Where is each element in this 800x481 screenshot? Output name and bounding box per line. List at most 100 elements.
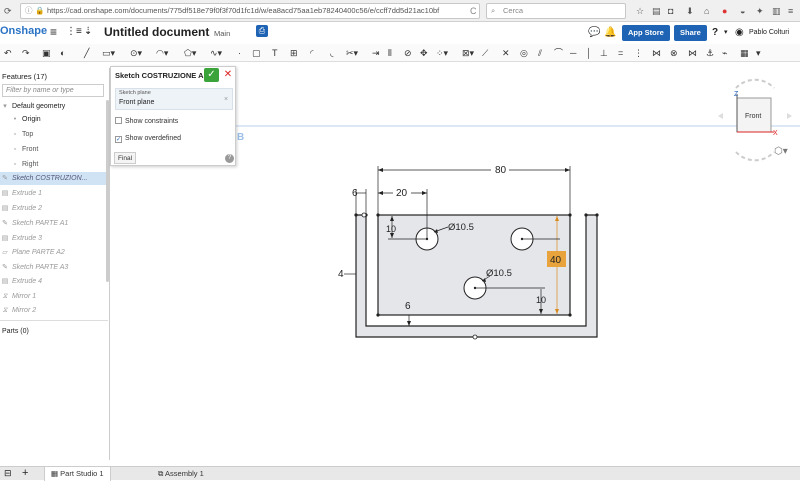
user-name[interactable]: Pablo Colturi (749, 29, 789, 36)
extend-icon[interactable]: ⇥ (372, 46, 380, 60)
feature-item-extrude-4[interactable]: ▤ Extrude 4 (0, 275, 106, 288)
curvature-icon[interactable]: ⌁ (722, 46, 727, 60)
show-overdefined-checkbox[interactable]: ✓ Show overdefined (115, 135, 181, 143)
show-constraints-checkbox[interactable]: Show constraints (115, 117, 178, 125)
reload-icon[interactable]: ⟳ (4, 4, 12, 18)
view-options-icon[interactable]: ⬡▾ (774, 146, 788, 157)
user-avatar-icon[interactable]: ◉ (735, 27, 744, 38)
normal-icon[interactable]: ⋈ (652, 46, 661, 60)
mirror-icon[interactable]: ⫴ (388, 46, 392, 60)
final-button[interactable]: Final (114, 152, 137, 164)
menu-icon[interactable]: ≡ (788, 4, 793, 18)
home-icon[interactable]: ⌂ (704, 4, 709, 18)
use-icon[interactable]: ⊠▾ (462, 46, 474, 60)
construction-icon[interactable]: ▢ (252, 46, 261, 60)
feature-item-default-geometry[interactable]: ▾ Default geometry (0, 100, 106, 113)
feature-item-sketch-parte-a1[interactable]: ✎ Sketch PARTE A1 (0, 217, 106, 230)
midpoint-marker[interactable] (472, 334, 478, 340)
sidebar-icon[interactable]: ▥ (772, 4, 781, 18)
dimension-80[interactable]: 80 (495, 165, 507, 176)
perpendicular-icon[interactable]: ⊥ (600, 46, 608, 60)
symmetric-icon[interactable]: ⋈ (688, 46, 697, 60)
clear-plane-icon[interactable]: × (224, 96, 228, 103)
insert-icon[interactable]: ⇣ (84, 26, 92, 37)
document-title[interactable]: Untitled document (104, 25, 209, 39)
line-tool-icon[interactable]: ╱ (84, 46, 89, 60)
construction-toggle-icon[interactable]: ▦ (740, 46, 749, 60)
tab-assembly-1[interactable]: ⧉ Assembly 1 (152, 467, 210, 481)
point-tool-icon[interactable]: · (238, 46, 241, 60)
dimension-10-left[interactable]: 10 (386, 224, 396, 234)
download-icon[interactable]: ⬇ (686, 4, 694, 18)
feature-item-sketch-costruzione[interactable]: ✎ Sketch COSTRUZION... (0, 172, 106, 185)
url-bar[interactable]: ⓘ 🔒 https://cad.onshape.com/documents/77… (20, 3, 480, 19)
sketch-fillet-icon[interactable]: ◜ (310, 46, 314, 60)
offset-icon[interactable]: ✂▾ (346, 46, 358, 60)
undo-icon[interactable]: ↶ (4, 46, 12, 60)
image-tool-icon[interactable]: ⊞ (290, 46, 298, 60)
horizontal-icon[interactable]: ─ (570, 46, 576, 60)
app-store-button[interactable]: App Store (622, 25, 670, 41)
pierce-icon[interactable]: ⊗ (670, 46, 678, 60)
feature-item-front[interactable]: ▫ Front (0, 143, 106, 156)
feature-item-mirror-2[interactable]: ⧖ Mirror 2 (0, 304, 106, 317)
sketch-icon[interactable]: ▣ (42, 46, 51, 60)
feature-item-origin[interactable]: • Origin (0, 113, 106, 126)
dimension-icon[interactable]: ⟋ (482, 46, 488, 60)
info-icon[interactable]: ⓘ (25, 4, 33, 18)
origin-point[interactable] (361, 212, 367, 218)
vertical-icon[interactable]: │ (586, 46, 592, 60)
workspace-icon[interactable]: ⎙ (256, 25, 268, 37)
version-graph-icon[interactable]: ⋮≡ (66, 26, 82, 37)
coincident-icon[interactable]: ✕ (502, 46, 510, 60)
dimension-4[interactable]: 4 (338, 269, 344, 280)
dimension-diameter-2[interactable]: Ø10.5 (486, 268, 512, 279)
concentric-icon[interactable]: ◎ (520, 46, 528, 60)
fix-icon[interactable]: ⚓ (706, 46, 714, 60)
more-tools-icon[interactable]: ▾ (756, 46, 761, 60)
comment-icon[interactable]: 💬 (588, 27, 600, 38)
dimension-40[interactable]: 40 (550, 255, 562, 266)
view-cube[interactable]: Z X Front ⬡▾ (710, 76, 800, 166)
feature-item-extrude-1[interactable]: ▤ Extrude 1 (0, 187, 106, 200)
arc-tool-icon[interactable]: ◠▾ (156, 46, 168, 60)
redo-icon[interactable]: ↷ (22, 46, 30, 60)
midpoint-icon[interactable]: ⋮ (634, 46, 643, 60)
help-icon[interactable]: ? (225, 154, 234, 163)
tab-list-icon[interactable]: ⊟ (4, 468, 12, 479)
transform-icon[interactable]: ✥ (420, 46, 428, 60)
extension-icon[interactable]: ✦ (756, 4, 764, 18)
pattern-icon[interactable]: ⁘▾ (436, 46, 448, 60)
shield-icon[interactable]: ◒ (740, 4, 745, 18)
rectangle-tool-icon[interactable]: ▭▾ (102, 46, 115, 60)
trim-icon[interactable]: ◟ (330, 46, 334, 60)
feature-item-right[interactable]: ▫ Right (0, 158, 106, 171)
accept-check-icon[interactable]: ✓ (204, 68, 219, 82)
help-icon[interactable]: ? (712, 27, 718, 38)
dimension-6-bottom[interactable]: 6 (405, 301, 411, 312)
feature-item-top[interactable]: ▫ Top (0, 128, 106, 141)
addon-icon[interactable]: ● (722, 4, 727, 18)
cancel-close-icon[interactable]: ✕ (222, 68, 234, 82)
reload-page-icon[interactable]: C (470, 4, 477, 18)
spline-tool-icon[interactable]: ∿▾ (210, 46, 222, 60)
feature-item-mirror-1[interactable]: ⧖ Mirror 1 (0, 290, 106, 303)
dimension-20[interactable]: 20 (396, 188, 408, 199)
circle-tool-icon[interactable]: ⊙▾ (130, 46, 142, 60)
pocket-icon[interactable]: ◘ (668, 4, 673, 18)
tab-part-studio-1[interactable]: ▦ Part Studio 1 (44, 467, 111, 481)
polygon-tool-icon[interactable]: ⬠▾ (184, 46, 196, 60)
parallel-icon[interactable]: ⫽ (538, 46, 542, 60)
feature-item-extrude-2[interactable]: ▤ Extrude 2 (0, 202, 106, 215)
browser-search-input[interactable]: ⌕ Cerca (486, 3, 626, 19)
dimension-diameter-1[interactable]: Ø10.5 (448, 222, 474, 233)
bookmark-star-icon[interactable]: ☆ (636, 4, 644, 18)
feature-item-extrude-3[interactable]: ▤ Extrude 3 (0, 232, 106, 245)
dimension-10-right[interactable]: 10 (536, 295, 546, 305)
dimension-6-top[interactable]: 6 (352, 188, 358, 199)
tangent-icon[interactable]: ⌒ (554, 46, 563, 60)
feature-list-scrollbar[interactable] (106, 100, 109, 282)
share-button[interactable]: Share (674, 25, 707, 41)
feature-item-plane-parte-a2[interactable]: ▱ Plane PARTE A2 (0, 246, 106, 259)
fillet-icon[interactable]: ◐ (60, 46, 65, 60)
